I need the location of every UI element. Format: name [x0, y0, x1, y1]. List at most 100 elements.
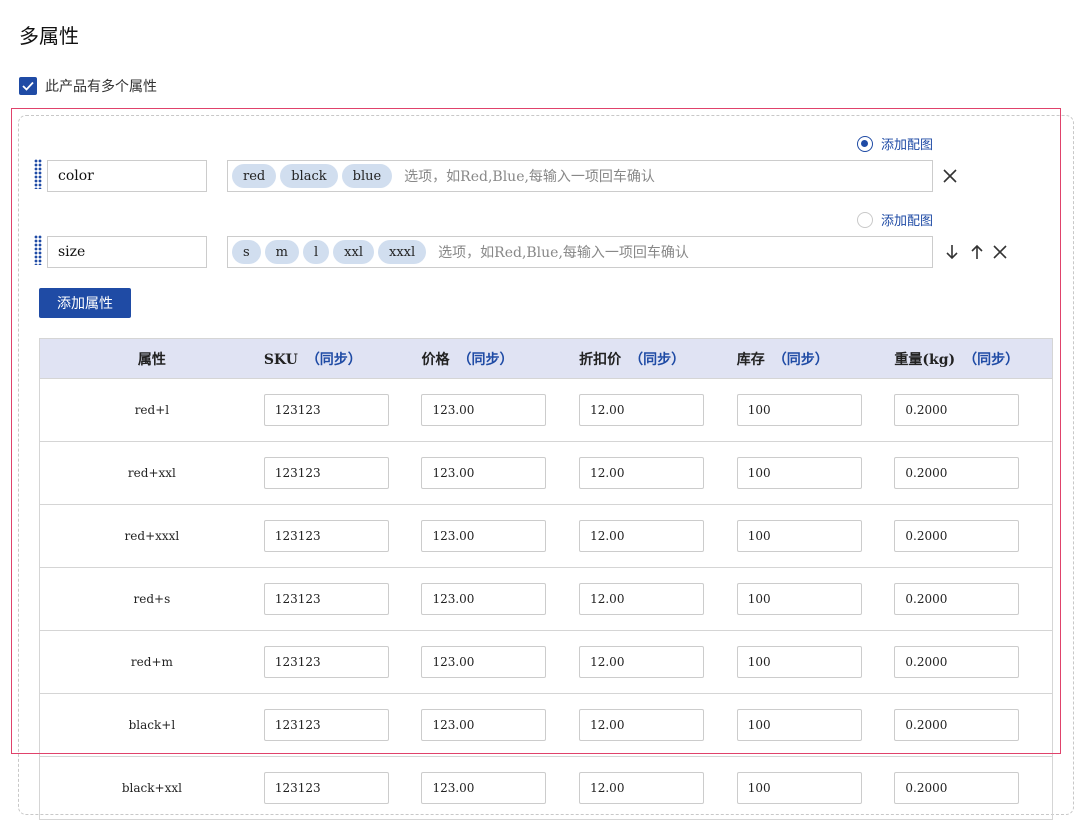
attribute-options-input[interactable]: s m l xxl xxxl 选项，如Red,Blue,每输入一项回车确认	[227, 236, 933, 268]
close-icon	[943, 169, 957, 183]
weight-input[interactable]: 0.2000	[894, 457, 1020, 489]
weight-input[interactable]: 0.2000	[894, 520, 1020, 552]
sync-weight-link[interactable]: （同步）	[963, 352, 1019, 368]
discount-input[interactable]: 12.00	[579, 394, 705, 426]
stock-input[interactable]: 100	[736, 709, 862, 741]
stock-cell: 100	[736, 394, 895, 426]
add-image-label: 添加配图	[881, 138, 934, 153]
weight-cell: 0.2000	[894, 709, 1052, 741]
weight-input[interactable]: 0.2000	[894, 709, 1020, 741]
row-attribute-label: red+s	[133, 592, 171, 606]
sku-input[interactable]: 123123	[263, 646, 389, 678]
add-attribute-button[interactable]: 添加属性	[39, 288, 131, 318]
sync-stock-link[interactable]: （同步）	[773, 352, 829, 368]
stock-input[interactable]: 100	[736, 457, 862, 489]
option-tag[interactable]: red	[232, 164, 277, 188]
stock-input[interactable]: 100	[736, 520, 862, 552]
discount-cell: 12.00	[579, 709, 737, 741]
image-radio-color[interactable]	[857, 135, 873, 152]
multi-attribute-checkbox[interactable]	[19, 77, 37, 95]
price-cell: 123.00	[421, 709, 579, 741]
header-attribute: 属性	[137, 351, 166, 368]
sku-cell: 123123	[263, 583, 422, 615]
price-cell: 123.00	[421, 457, 579, 489]
discount-input[interactable]: 12.00	[579, 646, 705, 678]
weight-input[interactable]: 0.2000	[894, 646, 1020, 678]
option-tag[interactable]: blue	[341, 164, 393, 188]
options-placeholder[interactable]: 选项，如Red,Blue,每输入一项回车确认	[404, 166, 655, 186]
stock-cell: 100	[736, 772, 895, 804]
stock-input[interactable]: 100	[736, 394, 862, 426]
discount-input[interactable]: 12.00	[579, 520, 705, 552]
image-radio-size[interactable]	[857, 211, 873, 228]
price-cell: 123.00	[421, 520, 579, 552]
sku-cell: 123123	[263, 457, 422, 489]
multi-attribute-option[interactable]: 此产品有多个属性	[19, 76, 157, 96]
move-up-button[interactable]	[968, 243, 986, 261]
row-attribute-label: black+xxl	[121, 781, 182, 795]
sync-price-link[interactable]: （同步）	[457, 352, 513, 368]
remove-attribute-button[interactable]	[941, 167, 959, 185]
sku-table: 属性 SKU （同步） 价格 （同步） 折扣价 （同步） 库存 （同步） 重量(kg) （…	[39, 338, 1053, 820]
discount-input[interactable]: 12.00	[579, 709, 705, 741]
weight-cell: 0.2000	[894, 646, 1052, 678]
discount-input[interactable]: 12.00	[579, 457, 705, 489]
add-image-toggle-size[interactable]: 添加配图	[857, 210, 933, 229]
header-weight: 重量(kg) （同步）	[894, 351, 1020, 368]
sku-input[interactable]: 123123	[263, 457, 389, 489]
price-input[interactable]: 123.00	[421, 772, 547, 804]
sku-input[interactable]: 123123	[263, 772, 389, 804]
sku-cell: 123123	[263, 394, 422, 426]
arrow-up-icon	[971, 244, 983, 259]
stock-input[interactable]: 100	[736, 583, 862, 615]
price-input[interactable]: 123.00	[421, 520, 547, 552]
discount-input[interactable]: 12.00	[579, 583, 705, 615]
options-placeholder[interactable]: 选项，如Red,Blue,每输入一项回车确认	[438, 242, 689, 262]
table-row: red+xxl 123123 123.00 12.00 100 0.2000	[40, 442, 1052, 505]
attribute-name-input[interactable]: size	[47, 236, 207, 268]
option-tag[interactable]: l	[303, 240, 330, 264]
option-tag[interactable]: black	[280, 164, 338, 188]
sku-input[interactable]: 123123	[263, 583, 389, 615]
price-input[interactable]: 123.00	[421, 457, 547, 489]
attribute-options-input[interactable]: red black blue 选项，如Red,Blue,每输入一项回车确认	[227, 160, 933, 192]
sync-sku-link[interactable]: （同步）	[306, 352, 362, 368]
header-discount: 折扣价 （同步）	[579, 351, 686, 368]
sync-discount-link[interactable]: （同步）	[629, 352, 685, 368]
stock-input[interactable]: 100	[736, 772, 862, 804]
price-input[interactable]: 123.00	[421, 646, 547, 678]
stock-cell: 100	[736, 646, 895, 678]
weight-input[interactable]: 0.2000	[894, 394, 1020, 426]
option-tag[interactable]: m	[264, 240, 299, 264]
price-input[interactable]: 123.00	[421, 394, 547, 426]
option-tag[interactable]: xxxl	[378, 240, 427, 264]
price-input[interactable]: 123.00	[421, 709, 547, 741]
discount-input[interactable]: 12.00	[579, 772, 705, 804]
move-down-button[interactable]	[943, 243, 961, 261]
drag-handle-icon[interactable]	[34, 159, 42, 189]
sku-input[interactable]: 123123	[263, 709, 389, 741]
row-attribute-label: red+xxl	[127, 466, 176, 480]
stock-cell: 100	[736, 457, 895, 489]
add-image-toggle-color[interactable]: 添加配图	[857, 134, 933, 153]
weight-input[interactable]: 0.2000	[894, 772, 1020, 804]
arrow-down-icon	[946, 245, 958, 260]
remove-attribute-button[interactable]	[991, 243, 1009, 261]
weight-input[interactable]: 0.2000	[894, 583, 1020, 615]
price-input[interactable]: 123.00	[421, 583, 547, 615]
option-tag[interactable]: s	[232, 240, 261, 264]
option-tag[interactable]: xxl	[333, 240, 374, 264]
row-attribute-label: black+l	[128, 718, 176, 732]
sku-input[interactable]: 123123	[263, 520, 389, 552]
sku-input[interactable]: 123123	[263, 394, 389, 426]
stock-cell: 100	[736, 583, 895, 615]
stock-input[interactable]: 100	[736, 646, 862, 678]
drag-handle-icon[interactable]	[34, 235, 42, 265]
weight-cell: 0.2000	[894, 457, 1052, 489]
discount-cell: 12.00	[579, 583, 737, 615]
attribute-name-input[interactable]: color	[47, 160, 207, 192]
discount-cell: 12.00	[579, 520, 737, 552]
table-header: 属性 SKU （同步） 价格 （同步） 折扣价 （同步） 库存 （同步） 重量(kg) （…	[40, 339, 1052, 379]
sku-cell: 123123	[263, 772, 422, 804]
weight-cell: 0.2000	[894, 583, 1052, 615]
